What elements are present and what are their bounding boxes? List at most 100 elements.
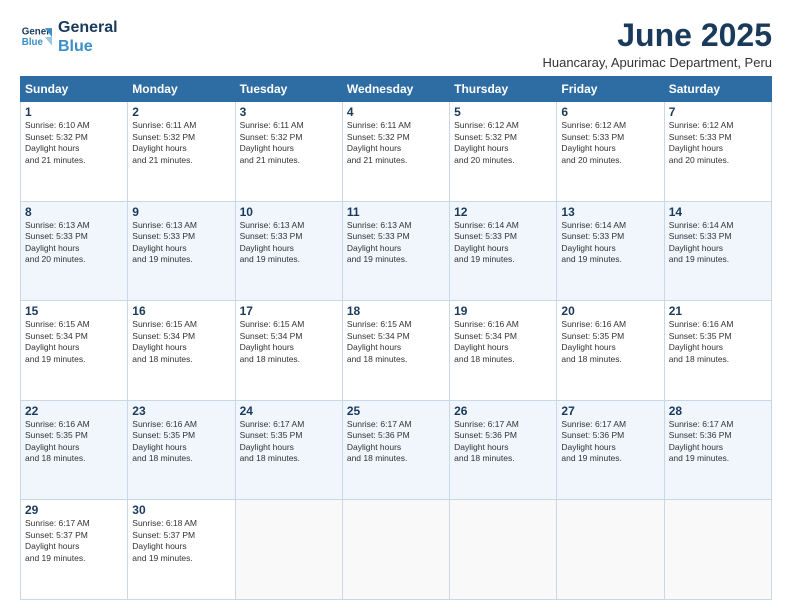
- calendar-cell: 26 Sunrise: 6:17 AMSunset: 5:36 PMDaylig…: [450, 400, 557, 500]
- day-number: 3: [240, 105, 338, 119]
- weekday-header-wednesday: Wednesday: [342, 77, 449, 102]
- calendar-cell: 23 Sunrise: 6:16 AMSunset: 5:35 PMDaylig…: [128, 400, 235, 500]
- day-info: Sunrise: 6:14 AMSunset: 5:33 PMDaylight …: [454, 220, 552, 266]
- day-info: Sunrise: 6:16 AMSunset: 5:35 PMDaylight …: [132, 419, 230, 465]
- day-number: 14: [669, 205, 767, 219]
- day-number: 1: [25, 105, 123, 119]
- day-info: Sunrise: 6:13 AMSunset: 5:33 PMDaylight …: [347, 220, 445, 266]
- week-row-3: 15 Sunrise: 6:15 AMSunset: 5:34 PMDaylig…: [21, 301, 772, 401]
- calendar-cell: [450, 500, 557, 600]
- calendar-cell: 22 Sunrise: 6:16 AMSunset: 5:35 PMDaylig…: [21, 400, 128, 500]
- title-block: June 2025 Huancaray, Apurimac Department…: [542, 18, 772, 70]
- day-number: 18: [347, 304, 445, 318]
- day-number: 16: [132, 304, 230, 318]
- calendar-header: SundayMondayTuesdayWednesdayThursdayFrid…: [21, 77, 772, 102]
- calendar-cell: 21 Sunrise: 6:16 AMSunset: 5:35 PMDaylig…: [664, 301, 771, 401]
- day-number: 9: [132, 205, 230, 219]
- day-number: 7: [669, 105, 767, 119]
- calendar-body: 1 Sunrise: 6:10 AMSunset: 5:32 PMDayligh…: [21, 102, 772, 600]
- day-info: Sunrise: 6:15 AMSunset: 5:34 PMDaylight …: [240, 319, 338, 365]
- calendar-cell: [342, 500, 449, 600]
- week-row-1: 1 Sunrise: 6:10 AMSunset: 5:32 PMDayligh…: [21, 102, 772, 202]
- day-number: 20: [561, 304, 659, 318]
- day-info: Sunrise: 6:14 AMSunset: 5:33 PMDaylight …: [669, 220, 767, 266]
- day-info: Sunrise: 6:13 AMSunset: 5:33 PMDaylight …: [240, 220, 338, 266]
- calendar-cell: 5 Sunrise: 6:12 AMSunset: 5:32 PMDayligh…: [450, 102, 557, 202]
- day-info: Sunrise: 6:16 AMSunset: 5:35 PMDaylight …: [561, 319, 659, 365]
- week-row-2: 8 Sunrise: 6:13 AMSunset: 5:33 PMDayligh…: [21, 201, 772, 301]
- day-info: Sunrise: 6:18 AMSunset: 5:37 PMDaylight …: [132, 518, 230, 564]
- day-number: 6: [561, 105, 659, 119]
- day-info: Sunrise: 6:17 AMSunset: 5:36 PMDaylight …: [454, 419, 552, 465]
- weekday-header-tuesday: Tuesday: [235, 77, 342, 102]
- logo-text: General Blue: [58, 18, 118, 56]
- day-info: Sunrise: 6:11 AMSunset: 5:32 PMDaylight …: [132, 120, 230, 166]
- day-number: 24: [240, 404, 338, 418]
- calendar-cell: 19 Sunrise: 6:16 AMSunset: 5:34 PMDaylig…: [450, 301, 557, 401]
- calendar-cell: 14 Sunrise: 6:14 AMSunset: 5:33 PMDaylig…: [664, 201, 771, 301]
- calendar-cell: 16 Sunrise: 6:15 AMSunset: 5:34 PMDaylig…: [128, 301, 235, 401]
- logo-icon: General Blue: [20, 21, 52, 53]
- calendar-cell: [235, 500, 342, 600]
- calendar-cell: 15 Sunrise: 6:15 AMSunset: 5:34 PMDaylig…: [21, 301, 128, 401]
- calendar-cell: 27 Sunrise: 6:17 AMSunset: 5:36 PMDaylig…: [557, 400, 664, 500]
- calendar-cell: 11 Sunrise: 6:13 AMSunset: 5:33 PMDaylig…: [342, 201, 449, 301]
- calendar-cell: 29 Sunrise: 6:17 AMSunset: 5:37 PMDaylig…: [21, 500, 128, 600]
- calendar-cell: 24 Sunrise: 6:17 AMSunset: 5:35 PMDaylig…: [235, 400, 342, 500]
- day-number: 11: [347, 205, 445, 219]
- day-info: Sunrise: 6:16 AMSunset: 5:34 PMDaylight …: [454, 319, 552, 365]
- svg-text:General: General: [22, 27, 52, 38]
- weekday-header-saturday: Saturday: [664, 77, 771, 102]
- day-info: Sunrise: 6:17 AMSunset: 5:36 PMDaylight …: [561, 419, 659, 465]
- weekday-header-monday: Monday: [128, 77, 235, 102]
- calendar-cell: 13 Sunrise: 6:14 AMSunset: 5:33 PMDaylig…: [557, 201, 664, 301]
- day-number: 23: [132, 404, 230, 418]
- day-info: Sunrise: 6:17 AMSunset: 5:37 PMDaylight …: [25, 518, 123, 564]
- calendar-cell: 7 Sunrise: 6:12 AMSunset: 5:33 PMDayligh…: [664, 102, 771, 202]
- day-number: 19: [454, 304, 552, 318]
- calendar-cell: [664, 500, 771, 600]
- day-number: 12: [454, 205, 552, 219]
- day-info: Sunrise: 6:11 AMSunset: 5:32 PMDaylight …: [240, 120, 338, 166]
- page: General Blue General Blue June 2025 Huan…: [0, 0, 792, 612]
- calendar-cell: 10 Sunrise: 6:13 AMSunset: 5:33 PMDaylig…: [235, 201, 342, 301]
- day-number: 4: [347, 105, 445, 119]
- day-number: 28: [669, 404, 767, 418]
- day-number: 13: [561, 205, 659, 219]
- day-info: Sunrise: 6:17 AMSunset: 5:36 PMDaylight …: [669, 419, 767, 465]
- location-subtitle: Huancaray, Apurimac Department, Peru: [542, 55, 772, 70]
- weekday-header-friday: Friday: [557, 77, 664, 102]
- day-number: 25: [347, 404, 445, 418]
- day-info: Sunrise: 6:16 AMSunset: 5:35 PMDaylight …: [25, 419, 123, 465]
- day-number: 29: [25, 503, 123, 517]
- day-number: 27: [561, 404, 659, 418]
- month-title: June 2025: [542, 18, 772, 53]
- calendar-cell: 20 Sunrise: 6:16 AMSunset: 5:35 PMDaylig…: [557, 301, 664, 401]
- calendar-cell: 4 Sunrise: 6:11 AMSunset: 5:32 PMDayligh…: [342, 102, 449, 202]
- day-number: 22: [25, 404, 123, 418]
- calendar-cell: 18 Sunrise: 6:15 AMSunset: 5:34 PMDaylig…: [342, 301, 449, 401]
- day-info: Sunrise: 6:13 AMSunset: 5:33 PMDaylight …: [25, 220, 123, 266]
- day-info: Sunrise: 6:15 AMSunset: 5:34 PMDaylight …: [25, 319, 123, 365]
- calendar-cell: 1 Sunrise: 6:10 AMSunset: 5:32 PMDayligh…: [21, 102, 128, 202]
- week-row-4: 22 Sunrise: 6:16 AMSunset: 5:35 PMDaylig…: [21, 400, 772, 500]
- weekday-header-thursday: Thursday: [450, 77, 557, 102]
- day-info: Sunrise: 6:17 AMSunset: 5:35 PMDaylight …: [240, 419, 338, 465]
- svg-text:Blue: Blue: [22, 37, 44, 48]
- header: General Blue General Blue June 2025 Huan…: [20, 18, 772, 70]
- day-info: Sunrise: 6:15 AMSunset: 5:34 PMDaylight …: [132, 319, 230, 365]
- calendar-cell: 3 Sunrise: 6:11 AMSunset: 5:32 PMDayligh…: [235, 102, 342, 202]
- day-number: 15: [25, 304, 123, 318]
- calendar-cell: 17 Sunrise: 6:15 AMSunset: 5:34 PMDaylig…: [235, 301, 342, 401]
- weekday-header-sunday: Sunday: [21, 77, 128, 102]
- day-info: Sunrise: 6:15 AMSunset: 5:34 PMDaylight …: [347, 319, 445, 365]
- day-info: Sunrise: 6:12 AMSunset: 5:32 PMDaylight …: [454, 120, 552, 166]
- day-info: Sunrise: 6:12 AMSunset: 5:33 PMDaylight …: [669, 120, 767, 166]
- day-info: Sunrise: 6:12 AMSunset: 5:33 PMDaylight …: [561, 120, 659, 166]
- day-number: 30: [132, 503, 230, 517]
- day-number: 8: [25, 205, 123, 219]
- calendar-cell: 12 Sunrise: 6:14 AMSunset: 5:33 PMDaylig…: [450, 201, 557, 301]
- day-info: Sunrise: 6:17 AMSunset: 5:36 PMDaylight …: [347, 419, 445, 465]
- calendar-cell: 30 Sunrise: 6:18 AMSunset: 5:37 PMDaylig…: [128, 500, 235, 600]
- day-info: Sunrise: 6:10 AMSunset: 5:32 PMDaylight …: [25, 120, 123, 166]
